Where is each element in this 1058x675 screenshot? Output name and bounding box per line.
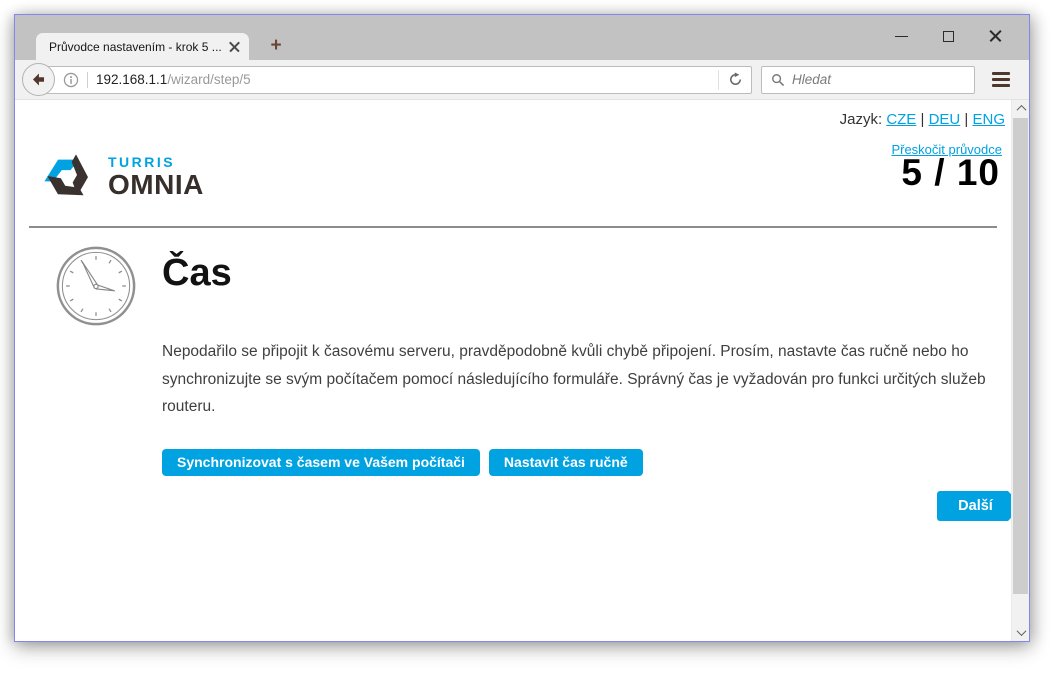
language-link-deu[interactable]: DEU xyxy=(929,111,961,128)
chevron-down-icon xyxy=(1016,626,1026,637)
back-arrow-icon xyxy=(32,73,45,86)
info-icon[interactable] xyxy=(63,72,79,88)
address-bar[interactable]: 192.168.1.1/wizard/step/5 xyxy=(41,65,752,94)
page-viewport: Jazyk: CZE | DEU | ENG Přeskočit průvodc… xyxy=(15,100,1029,641)
header-divider xyxy=(29,226,997,228)
minimize-icon xyxy=(895,35,908,37)
page-scrollbar[interactable] xyxy=(1011,100,1029,641)
page-title: Čas xyxy=(162,252,232,294)
search-bar[interactable] xyxy=(761,65,975,94)
language-link-cze[interactable]: CZE xyxy=(886,111,916,128)
language-label: Jazyk: xyxy=(839,111,883,128)
navigation-toolbar: 192.168.1.1/wizard/step/5 xyxy=(15,60,1029,100)
close-icon xyxy=(989,30,1002,43)
maximize-icon xyxy=(943,30,954,42)
minimize-button[interactable] xyxy=(878,21,925,51)
url-host: 192.168.1.1 xyxy=(96,72,168,87)
new-tab-button[interactable]: + xyxy=(262,34,290,59)
next-step-label: Další xyxy=(937,491,1008,521)
sync-time-button[interactable]: Synchronizovat s časem ve Vašem počítači xyxy=(162,449,480,476)
window-controls xyxy=(878,21,1019,51)
scrollbar-thumb[interactable] xyxy=(1013,118,1028,594)
hamburger-icon xyxy=(992,71,1010,75)
logo-brand-omnia: OMNIA xyxy=(108,169,204,201)
back-button[interactable] xyxy=(22,63,55,96)
reload-icon xyxy=(729,72,741,85)
scroll-up-button[interactable] xyxy=(1012,100,1029,117)
search-icon xyxy=(772,73,785,86)
title-bar: Průvodce nastavením - krok 5 ... + xyxy=(15,15,1029,60)
close-button[interactable] xyxy=(972,21,1019,51)
menu-button[interactable] xyxy=(983,65,1019,95)
next-step-button[interactable]: Další xyxy=(937,491,1022,521)
language-selector: Jazyk: CZE | DEU | ENG xyxy=(839,111,1005,128)
language-link-eng[interactable]: ENG xyxy=(972,111,1005,128)
turris-logo-icon xyxy=(44,154,88,196)
action-buttons: Synchronizovat s časem ve Vašem počítači… xyxy=(162,449,643,476)
tab-close-icon[interactable] xyxy=(229,41,240,52)
chevron-up-icon xyxy=(1016,104,1026,115)
turris-omnia-logo: TURRIS OMNIA xyxy=(37,146,204,208)
tab-title: Průvodce nastavením - krok 5 ... xyxy=(49,39,222,54)
browser-window: Průvodce nastavením - krok 5 ... + 192.1… xyxy=(14,14,1030,642)
clock-icon xyxy=(55,245,137,332)
url-path: /wizard/step/5 xyxy=(167,72,251,87)
scroll-down-button[interactable] xyxy=(1012,624,1029,641)
set-time-manually-button[interactable]: Nastavit čas ručně xyxy=(488,449,643,476)
step-indicator: 5 / 10 xyxy=(901,152,1000,193)
reload-button[interactable] xyxy=(719,67,751,93)
logo-brand-turris: TURRIS xyxy=(108,154,176,171)
description-text: Nepodařilo se připojit k časovému server… xyxy=(162,343,986,415)
address-separator xyxy=(87,71,88,88)
browser-tab[interactable]: Průvodce nastavením - krok 5 ... xyxy=(36,33,249,60)
maximize-button[interactable] xyxy=(925,21,972,51)
search-input[interactable] xyxy=(792,72,965,87)
